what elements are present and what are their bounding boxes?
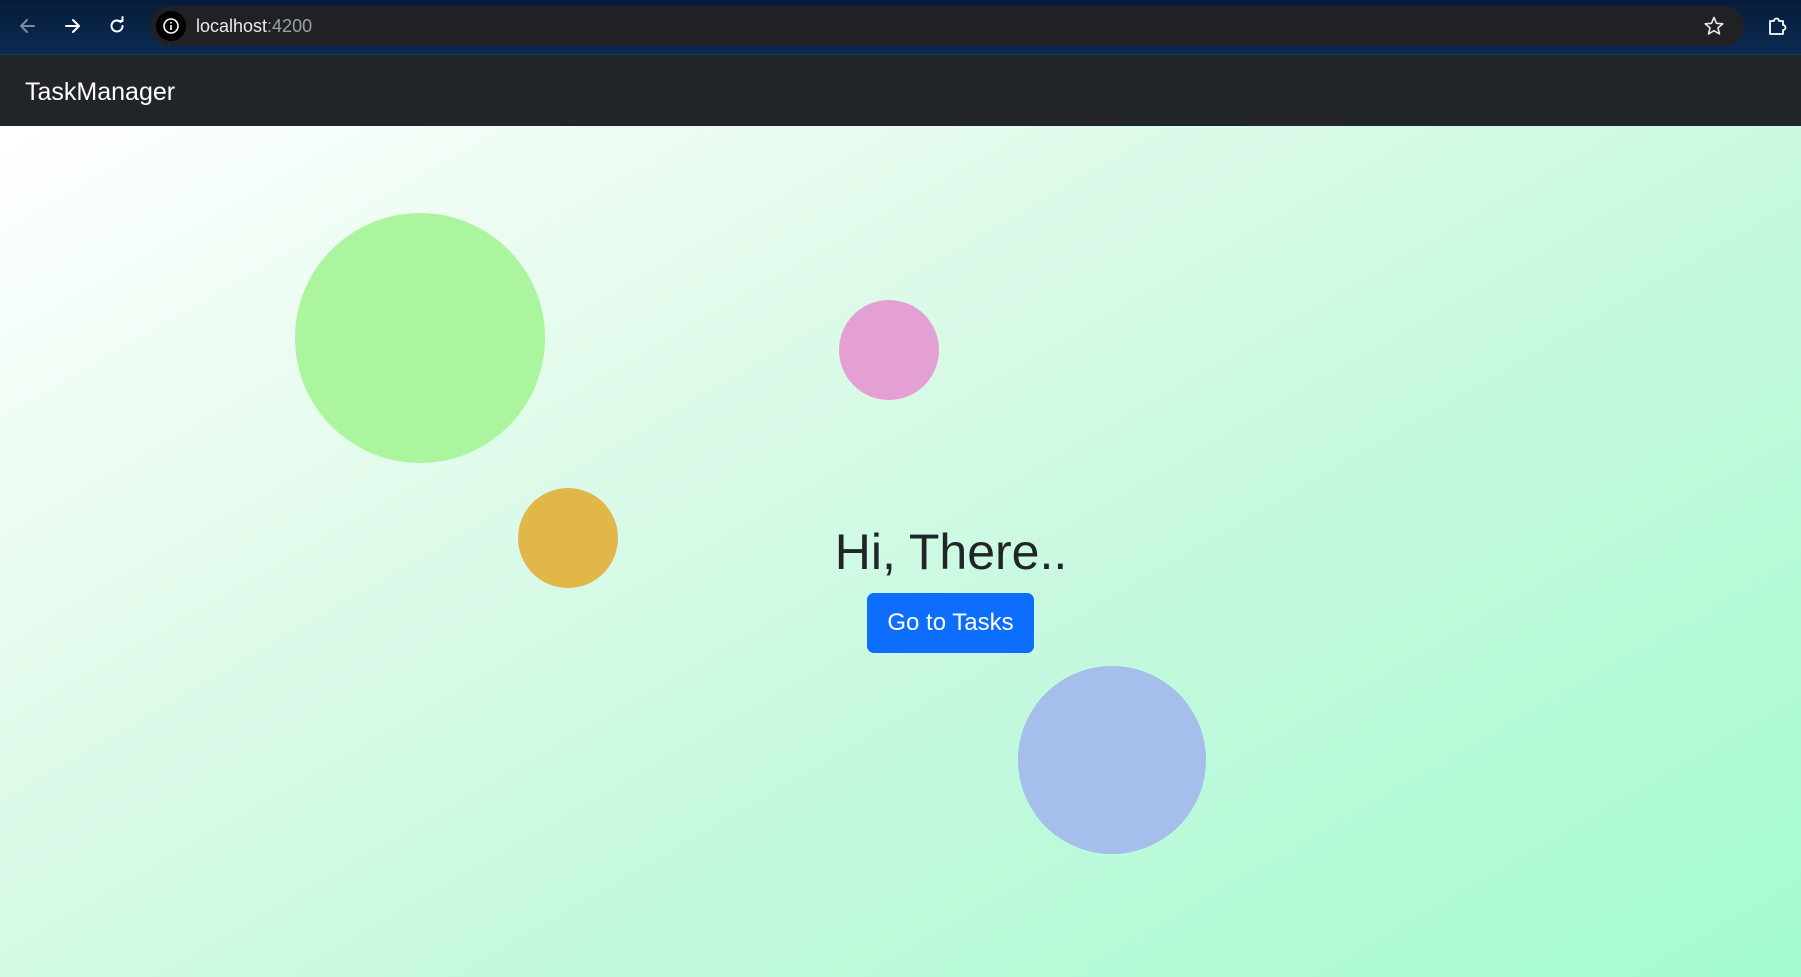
address-bar[interactable]: localhost:4200	[150, 6, 1744, 46]
bookmark-button[interactable]	[1702, 14, 1726, 38]
app-navbar: TaskManager	[0, 55, 1801, 126]
go-to-tasks-button[interactable]: Go to Tasks	[867, 593, 1034, 653]
extensions-button[interactable]	[1763, 12, 1791, 40]
site-info-button[interactable]	[156, 11, 186, 41]
navbar-brand[interactable]: TaskManager	[25, 77, 175, 107]
reload-button[interactable]	[101, 10, 133, 42]
reload-icon	[110, 16, 124, 33]
hero-title: Hi, There..	[834, 524, 1068, 580]
arrow-left-icon	[20, 19, 35, 33]
info-icon	[163, 18, 179, 34]
decorative-circle-blue	[1018, 666, 1206, 854]
url-host: localhost	[196, 16, 268, 36]
forward-button[interactable]	[56, 10, 88, 42]
arrow-right-icon	[65, 19, 80, 33]
puzzle-icon	[1769, 17, 1787, 35]
star-icon	[1704, 16, 1724, 35]
back-button[interactable]	[12, 10, 44, 42]
browser-toolbar: localhost:4200	[0, 0, 1801, 55]
url-text[interactable]: localhost:4200	[196, 16, 312, 36]
decorative-circle-green	[295, 213, 545, 463]
url-port: :4200	[267, 16, 313, 36]
main-content: Hi, There.. Go to Tasks	[0, 126, 1801, 977]
decorative-circle-pink	[839, 300, 939, 400]
